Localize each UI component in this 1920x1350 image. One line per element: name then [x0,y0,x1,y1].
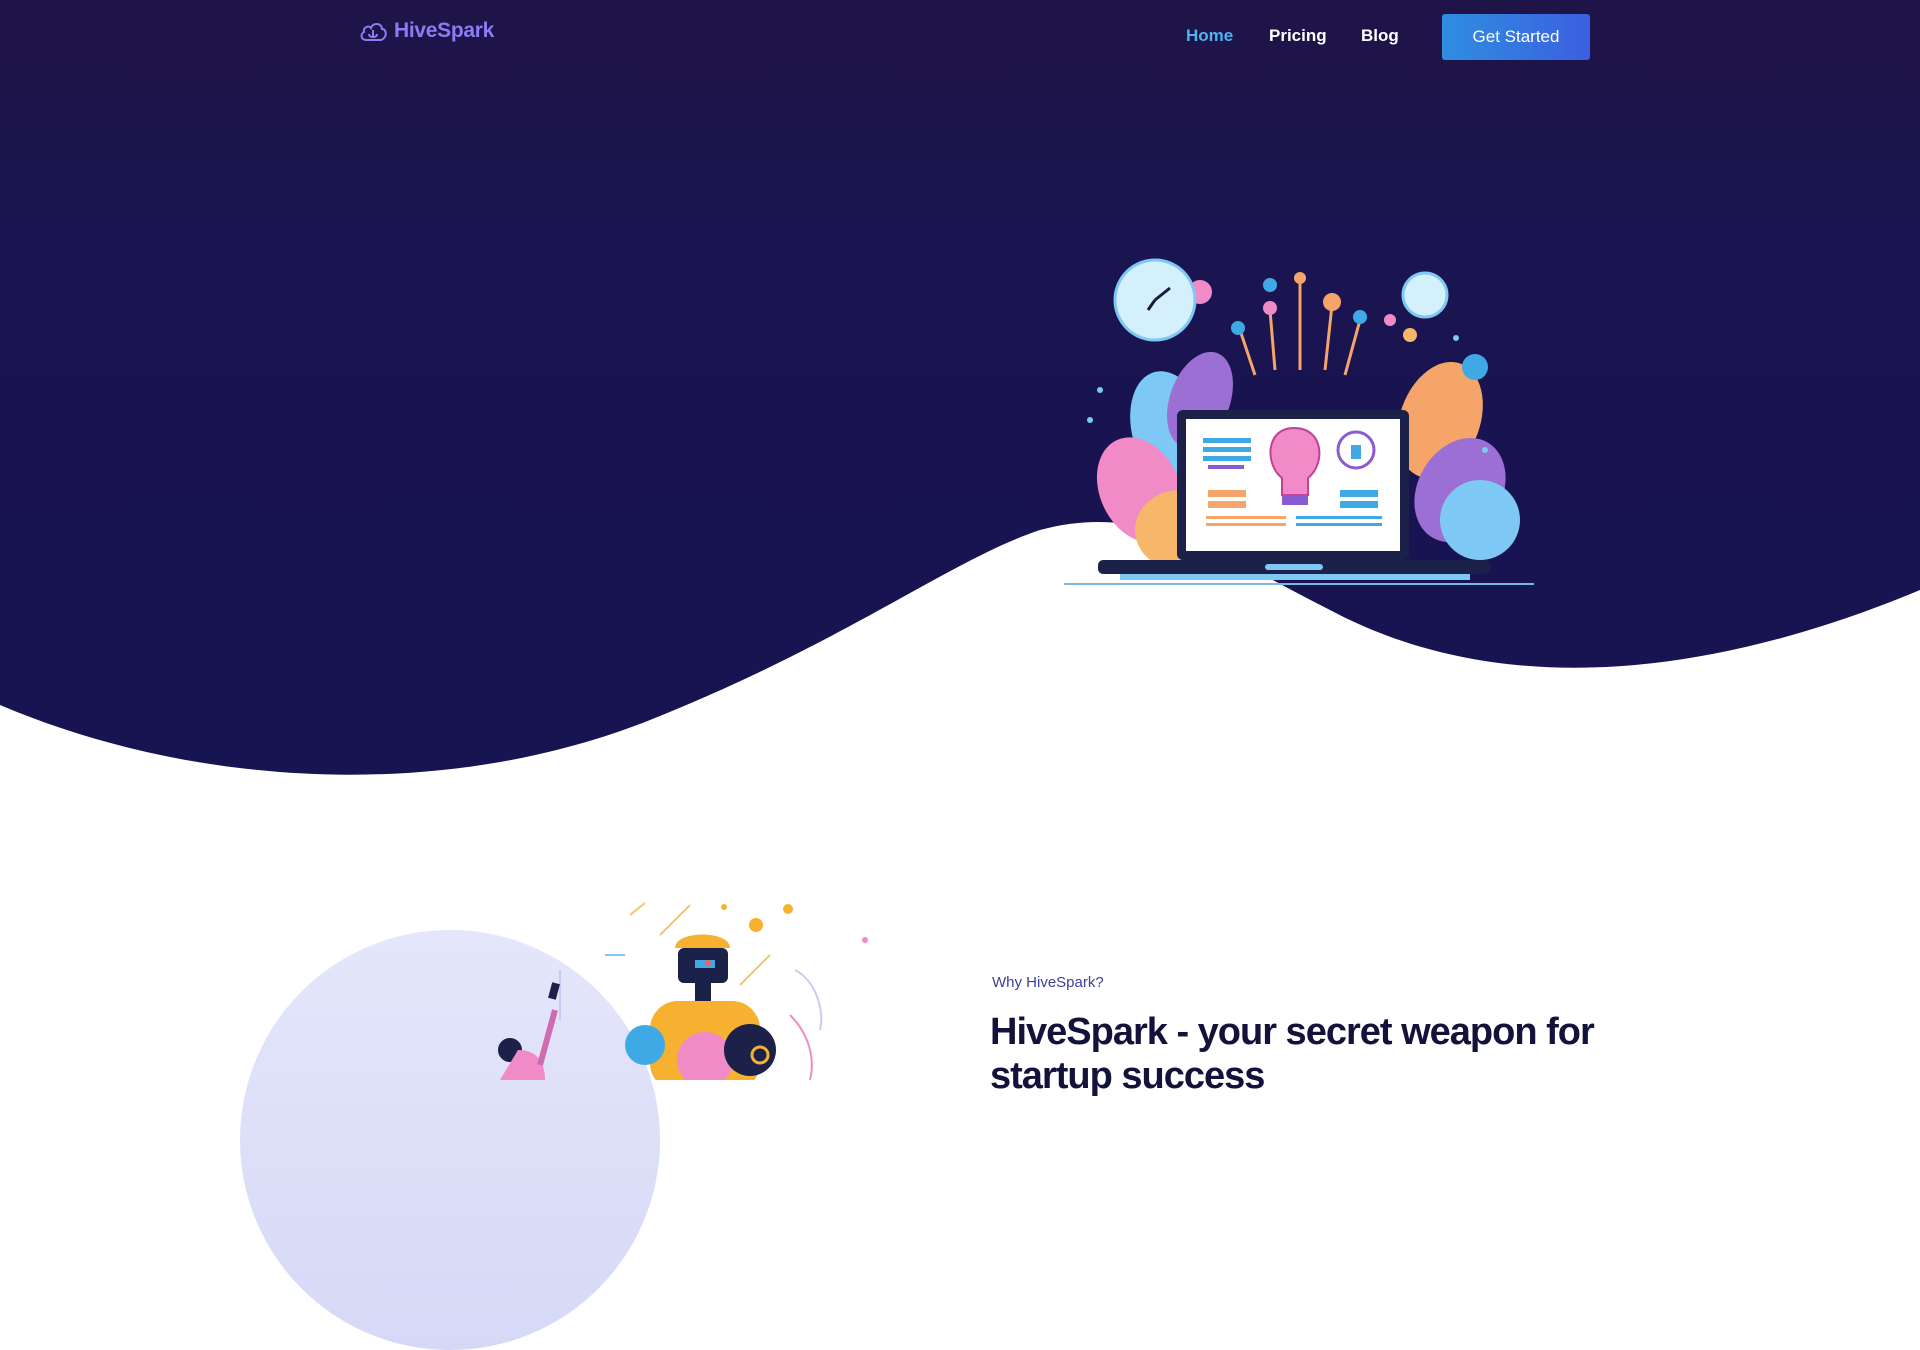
brand-name: HiveSpark [394,19,495,42]
nav-link-home[interactable]: Home [1186,26,1233,46]
why-headline: HiveSpark - your secret weapon for start… [990,1011,1595,1097]
hero-section: HiveSpark Home Pricing Blog Get Started [0,0,1920,800]
cloud-icon [360,23,387,41]
top-nav: HiveSpark Home Pricing Blog Get Started [0,0,1920,74]
laptop-lightbulb-illustration [1064,258,1534,585]
nav-link-blog[interactable]: Blog [1361,26,1399,46]
hero-wave-shape [0,521,1920,800]
why-eyebrow: Why HiveSpark? [992,974,1104,991]
robot-illustration [498,902,868,1080]
nav-link-pricing[interactable]: Pricing [1269,26,1327,46]
brand-logo[interactable]: HiveSpark [358,18,494,44]
get-started-button[interactable]: Get Started [1442,14,1590,60]
